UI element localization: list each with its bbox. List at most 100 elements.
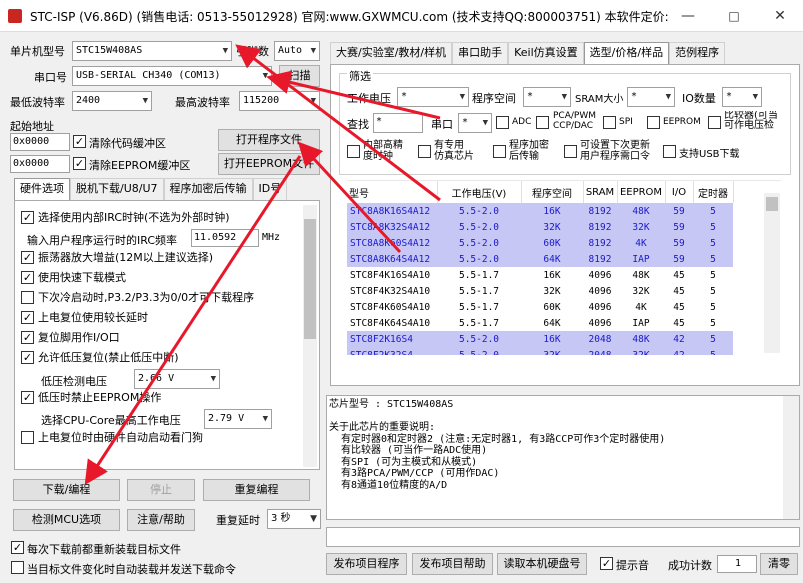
cpu-core-select[interactable]: 2.79 V ▼ xyxy=(204,409,272,429)
column-header[interactable]: 工作电压(V) xyxy=(437,181,522,203)
irc-frequency-input[interactable]: 11.0592 xyxy=(191,229,259,247)
table-row[interactable]: STC8F2K32S4 5.5-2.0 32K 2048 32K 42 5 xyxy=(347,347,733,355)
cpu-core-value: 2.79 V xyxy=(208,413,245,424)
column-header[interactable]: 定时器 xyxy=(693,181,734,203)
help-button[interactable]: 注意/帮助 xyxy=(127,509,195,531)
emulator-checkbox[interactable] xyxy=(418,145,431,158)
checkbox[interactable]: ✓ xyxy=(21,330,34,344)
checkbox[interactable]: ✓ xyxy=(21,250,34,264)
search-input[interactable]: * xyxy=(373,113,423,133)
column-header[interactable]: I/O xyxy=(665,181,694,203)
open-program-button[interactable]: 打开程序文件 xyxy=(218,129,320,151)
repeat-delay-value: 3 秒 xyxy=(271,513,291,524)
user-password-checkbox[interactable] xyxy=(564,145,577,158)
tab-keil-settings[interactable]: Keil仿真设置 xyxy=(508,42,584,64)
auto-reload-checkbox[interactable] xyxy=(11,561,24,574)
encrypt-checkbox[interactable] xyxy=(493,145,506,158)
max-baud-select[interactable]: 115200 ▼ xyxy=(239,91,320,111)
read-disk-button[interactable]: 读取本机硬盘号 xyxy=(497,553,587,575)
scrollbar-thumb[interactable] xyxy=(304,219,316,339)
minimize-button[interactable]: — xyxy=(665,0,711,32)
tab-encrypted-transfer[interactable]: 程序加密后传输 xyxy=(163,178,253,200)
option-watchdog[interactable]: 上电复位时由硬件自动启动看门狗 xyxy=(21,429,203,449)
option-lv-eeprom[interactable]: ✓ 低压时禁止EEPROM操作 xyxy=(21,389,161,409)
tab-competition[interactable]: 大赛/实验室/教材/样机 xyxy=(330,42,453,64)
checkbox[interactable]: ✓ xyxy=(21,210,34,224)
table-row[interactable]: STC8F4K60S4A10 5.5-1.7 60K 4096 4K 45 5 xyxy=(347,299,733,315)
scrollbar-thumb[interactable] xyxy=(766,197,778,211)
reprogram-button[interactable]: 重复编程 xyxy=(203,479,310,501)
eeprom-checkbox[interactable] xyxy=(647,116,660,129)
download-button[interactable]: 下载/编程 xyxy=(13,479,120,501)
option-fast-download[interactable]: ✓ 使用快速下载模式 xyxy=(21,269,126,289)
table-row[interactable]: STC8A8K32S4A12 5.5-2.0 32K 8192 32K 59 5 xyxy=(347,219,733,235)
sram-filter-select[interactable]: * ▼ xyxy=(627,87,675,107)
close-button[interactable]: ✕ xyxy=(757,0,803,32)
repeat-delay-select[interactable]: 3 秒 ▼ xyxy=(267,509,321,529)
column-header[interactable]: 程序空间 xyxy=(521,181,584,203)
tab-offline-download[interactable]: 脱机下载/U8/U7 xyxy=(70,178,164,200)
detect-mcu-button[interactable]: 检测MCU选项 xyxy=(13,509,120,531)
table-row[interactable]: STC8A8K60S4A12 5.5-2.0 60K 8192 4K 59 5 xyxy=(347,235,733,251)
tab-id[interactable]: ID号 xyxy=(252,178,288,200)
tab-hardware-options[interactable]: 硬件选项 xyxy=(14,178,70,200)
clear-eeprom-checkbox[interactable]: ✓ xyxy=(73,157,86,170)
uart-filter-select[interactable]: * ▼ xyxy=(458,113,492,133)
stop-button[interactable]: 停止 xyxy=(127,479,195,501)
column-header[interactable]: 型号 xyxy=(347,181,438,203)
column-header[interactable]: EEPROM xyxy=(617,181,666,203)
reload-checkbox[interactable]: ✓ xyxy=(11,541,24,554)
checkbox[interactable]: ✓ xyxy=(21,270,34,284)
table-row[interactable]: STC8A8K64S4A12 5.5-2.0 64K 8192 IAP 59 5 xyxy=(347,251,733,267)
checkbox[interactable]: ✓ xyxy=(21,350,34,364)
comparator-checkbox[interactable] xyxy=(708,116,721,129)
options-scrollbar[interactable] xyxy=(303,205,317,467)
option-lvr[interactable]: ✓ 允许低压复位(禁止低压中断) xyxy=(21,349,179,369)
option-irc-clock[interactable]: ✓ 选择使用内部IRC时钟(不选为外部时钟) xyxy=(21,209,230,229)
table-row[interactable]: STC8A8K16S4A12 5.5-2.0 16K 8192 48K 59 5 xyxy=(347,203,733,219)
publish-program-button[interactable]: 发布项目程序 xyxy=(326,553,407,575)
checkbox[interactable]: ✓ xyxy=(21,390,34,404)
flash-filter-select[interactable]: * ▼ xyxy=(523,87,571,107)
checkbox[interactable] xyxy=(21,290,34,304)
open-eeprom-button[interactable]: 打开EEPROM文件 xyxy=(218,153,320,175)
spi-checkbox[interactable] xyxy=(603,116,616,129)
pin-count-select[interactable]: Auto ▼ xyxy=(274,41,320,61)
table-row[interactable]: STC8F4K64S4A10 5.5-1.7 64K 4096 IAP 45 5 xyxy=(347,315,733,331)
publish-help-button[interactable]: 发布项目帮助 xyxy=(412,553,493,575)
table-scrollbar[interactable] xyxy=(764,193,780,353)
tab-examples[interactable]: 范例程序 xyxy=(669,42,726,64)
lvd-select[interactable]: 2.66 V ▼ xyxy=(134,369,220,389)
info-scrollbar[interactable] xyxy=(783,396,799,519)
port-select[interactable]: USB-SERIAL CH340 (COM13) ▼ xyxy=(72,66,272,86)
clear-code-checkbox[interactable]: ✓ xyxy=(73,135,86,148)
voltage-filter-select[interactable]: * ▼ xyxy=(397,87,469,107)
tab-serial-assistant[interactable]: 串口助手 xyxy=(452,42,509,64)
table-row[interactable]: STC8F4K16S4A10 5.5-1.7 16K 4096 48K 45 5 xyxy=(347,267,733,283)
pca-label: PCA/PWM CCP/DAC xyxy=(553,111,596,131)
usb-download-checkbox[interactable] xyxy=(663,145,676,158)
code-address-input[interactable]: 0x0000 xyxy=(10,133,70,151)
option-osc-gain[interactable]: ✓ 振荡器放大增益(12M以上建议选择) xyxy=(21,249,213,269)
io-filter-select[interactable]: * ▼ xyxy=(722,87,762,107)
mcu-model-select[interactable]: STC15W408AS ▼ xyxy=(72,41,232,61)
option-cold-boot[interactable]: 下次冷启动时,P3.2/P3.3为0/0才可下载程序 xyxy=(21,289,254,309)
adc-checkbox[interactable] xyxy=(496,116,509,129)
hi-clock-checkbox[interactable] xyxy=(347,145,360,158)
eeprom-address-input[interactable]: 0x0000 xyxy=(10,155,70,173)
checkbox[interactable]: ✓ xyxy=(21,310,34,324)
option-long-reset[interactable]: ✓ 上电复位使用较长延时 xyxy=(21,309,148,329)
scan-button[interactable]: 扫描 xyxy=(279,65,320,87)
checkbox[interactable] xyxy=(21,430,34,444)
tab-selection[interactable]: 选型/价格/样品 xyxy=(583,42,670,64)
table-row[interactable]: STC8F4K32S4A10 5.5-1.7 32K 4096 32K 45 5 xyxy=(347,283,733,299)
maximize-button[interactable]: □ xyxy=(711,0,757,32)
pca-checkbox[interactable] xyxy=(536,116,549,129)
window-title: STC-ISP (V6.86D) (销售电话: 0513-55012928) 官… xyxy=(30,10,669,24)
column-header[interactable]: SRAM xyxy=(583,181,618,203)
min-baud-select[interactable]: 2400 ▼ xyxy=(72,91,152,111)
table-row[interactable]: STC8F2K16S4 5.5-2.0 16K 2048 48K 42 5 xyxy=(347,331,733,347)
clear-count-button[interactable]: 清零 xyxy=(760,553,798,575)
option-reset-io[interactable]: ✓ 复位脚用作I/O口 xyxy=(21,329,120,349)
beep-checkbox[interactable]: ✓ xyxy=(600,557,613,570)
